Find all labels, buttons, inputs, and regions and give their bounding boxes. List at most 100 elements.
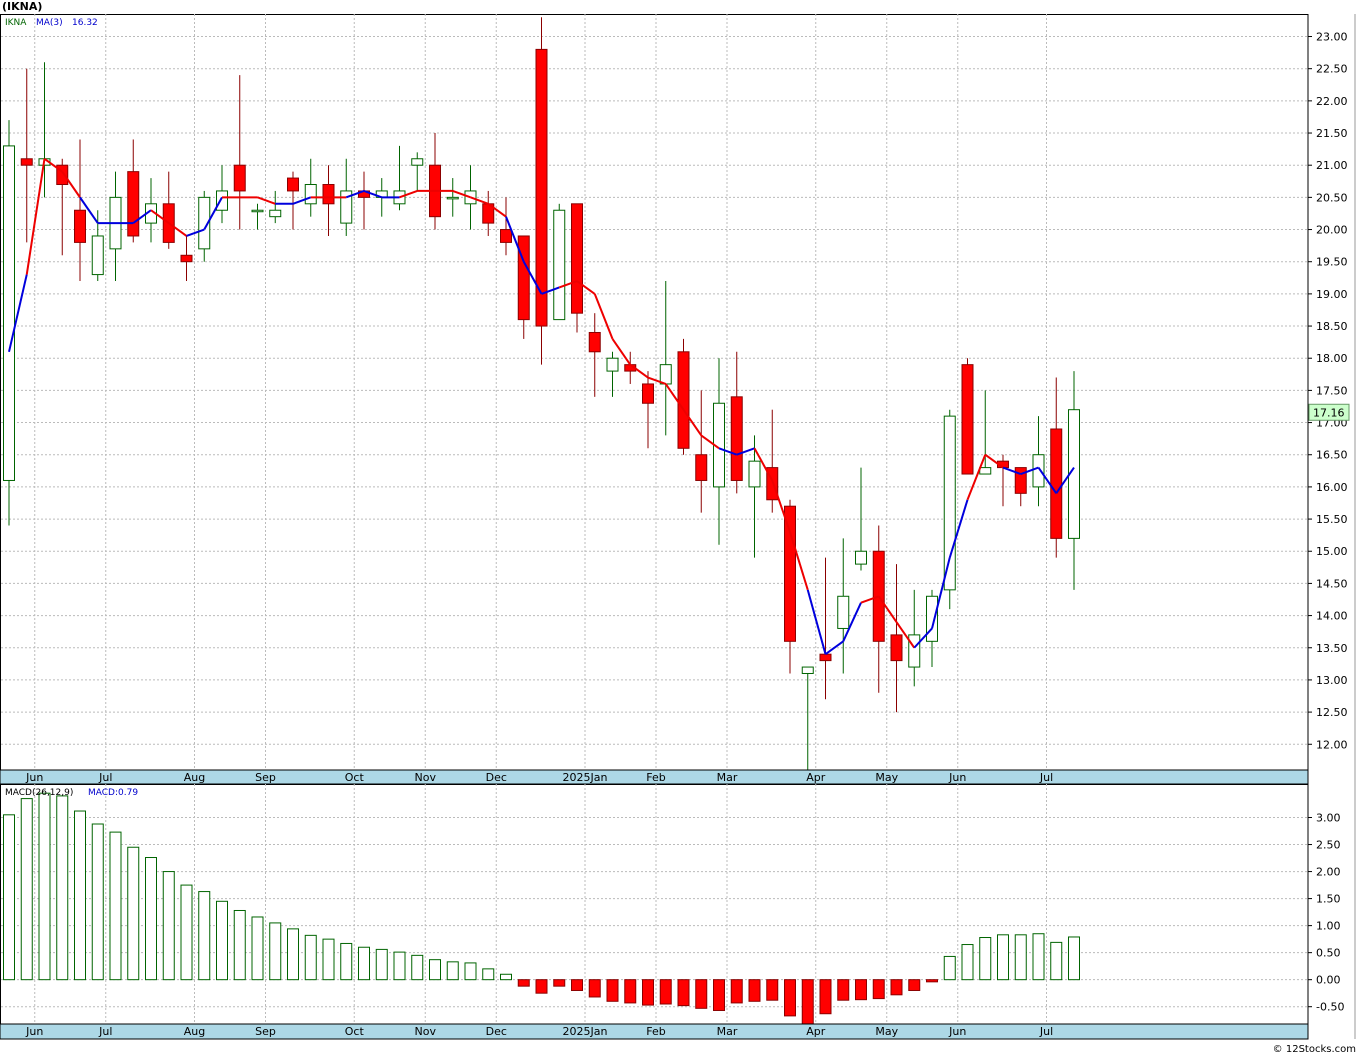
macd-bar: [642, 979, 654, 1006]
candle: [943, 409, 956, 610]
macd-bar: [304, 934, 317, 981]
macd-month-label: May: [875, 1025, 898, 1038]
macd-bar: [358, 946, 370, 981]
candle-body: [322, 184, 335, 205]
macd-plot-area: [0, 784, 1309, 1025]
price-plot-area: [0, 14, 1309, 771]
macd-bar: [979, 937, 992, 981]
price-month-label: 2025Jan: [563, 771, 608, 784]
candle-body: [304, 184, 317, 205]
macd-bar: [819, 979, 832, 1015]
candle-body: [943, 415, 956, 591]
candle: [3, 120, 15, 526]
macd-legend-label: MACD(26,12,9): [5, 788, 73, 798]
macd-bar: [109, 831, 122, 981]
macd-bar: [943, 955, 956, 981]
price-month-label: May: [875, 771, 898, 784]
macd-month-label: Apr: [806, 1025, 826, 1038]
macd-month-label: Jun: [948, 1025, 966, 1038]
price-month-label: Feb: [646, 771, 665, 784]
macd-bar: [837, 979, 850, 1001]
candle: [553, 203, 566, 321]
macd-bar: [677, 979, 690, 1007]
macd-month-label: Jul: [98, 1025, 112, 1038]
macd-bar: [606, 979, 619, 1002]
candle-body: [446, 196, 459, 200]
price-month-label: Aug: [184, 771, 205, 784]
candle-body: [517, 235, 530, 321]
macd-bar: [624, 979, 637, 1004]
macd-bar: [1050, 941, 1063, 981]
macd-bar: [588, 979, 601, 998]
price-tick-label: 15.50: [1316, 513, 1348, 526]
macd-tick-label: -0.50: [1316, 1001, 1344, 1014]
candle-body: [127, 171, 140, 237]
price-tick-label: 22.50: [1316, 63, 1348, 76]
macd-tick-label: 2.00: [1316, 866, 1341, 879]
price-month-label: Sep: [255, 771, 276, 784]
price-tick-label: 23.00: [1316, 31, 1348, 44]
price-month-label: Jun: [25, 771, 43, 784]
price-month-label: Oct: [345, 771, 365, 784]
macd-bar: [411, 954, 424, 981]
candle-body: [961, 364, 974, 475]
macd-panel: -0.50 0.00 0.50 1.00 1.50 2.00 2.50 3.00 MACD(26…: [0, 784, 1344, 1025]
macd-bar: [500, 973, 512, 981]
macd-bar: [1014, 934, 1027, 981]
macd-tick-label: 0.00: [1316, 974, 1341, 987]
price-month-label: Mar: [717, 771, 738, 784]
macd-legend-value: MACD:0.79: [88, 788, 138, 798]
price-tick-label: 16.00: [1316, 481, 1348, 494]
candle: [571, 203, 583, 333]
macd-bar: [91, 823, 104, 981]
macd-bar: [730, 979, 743, 1004]
candle-body: [74, 209, 86, 243]
macd-bar: [748, 979, 761, 1002]
price-legend-symbol: IKNA: [5, 18, 27, 28]
candle-body: [908, 634, 921, 668]
macd-month-label: Jun: [25, 1025, 43, 1038]
macd-bar: [145, 857, 157, 981]
price-tick-label: 14.50: [1316, 577, 1348, 590]
price-month-label: Jul: [1039, 771, 1053, 784]
macd-bar: [659, 979, 672, 1005]
macd-bar: [446, 961, 459, 981]
macd-bar: [855, 979, 867, 1001]
macd-bar: [1068, 936, 1080, 981]
macd-month-label: Sep: [255, 1025, 276, 1038]
macd-bar: [322, 938, 335, 981]
macd-month-label: Nov: [415, 1025, 437, 1038]
candle-body: [855, 550, 867, 565]
candle-body: [1050, 428, 1063, 539]
macd-bar: [872, 979, 885, 1000]
macd-bar: [287, 928, 299, 981]
candle-body: [642, 383, 654, 404]
candle-body: [801, 666, 814, 674]
macd-bar: [1032, 933, 1045, 981]
macd-bar: [997, 934, 1009, 981]
macd-bar: [74, 810, 86, 981]
price-legend-ma-value: 16.32: [72, 18, 98, 28]
macd-month-label: Dec: [486, 1025, 507, 1038]
macd-tick-label: 2.50: [1316, 839, 1341, 852]
candle-body: [659, 364, 672, 385]
macd-bar: [233, 909, 246, 981]
macd-tick-label: 0.50: [1316, 947, 1341, 960]
price-month-label: Jun: [948, 771, 966, 784]
macd-bar: [251, 916, 264, 981]
candle-body: [553, 209, 566, 321]
macd-bar: [216, 900, 228, 981]
price-tick-label: 19.50: [1316, 256, 1348, 269]
price-tick-label: 13.00: [1316, 674, 1348, 687]
price-tick-label: 20.50: [1316, 191, 1348, 204]
macd-bar: [429, 959, 441, 981]
candle: [677, 338, 690, 455]
macd-bar: [801, 979, 814, 1025]
candle-body: [784, 505, 796, 642]
macd-bar: [766, 979, 779, 1001]
price-panel: 12.00 12.50 13.00 13.50 14.00 14.50 15.00 15.50…: [0, 14, 1350, 771]
price-tick-label: 22.00: [1316, 95, 1348, 108]
candle-body: [1032, 454, 1045, 488]
price-tick-label: 18.50: [1316, 320, 1348, 333]
macd-month-label: Oct: [345, 1025, 365, 1038]
